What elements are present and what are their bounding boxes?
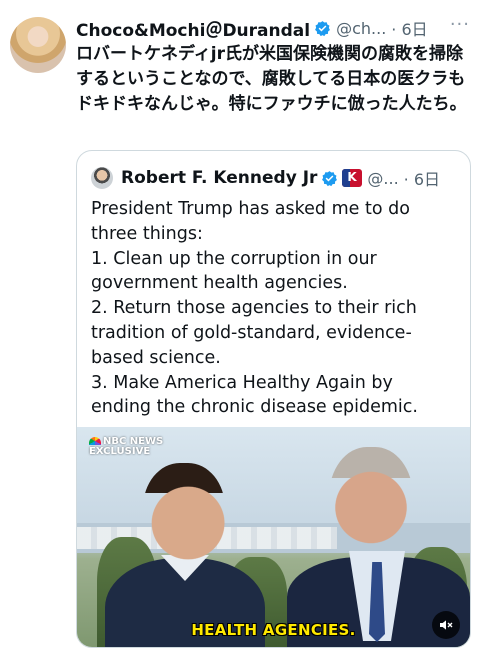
- quoted-display-name[interactable]: Robert F. Kennedy Jr: [121, 168, 317, 188]
- quoted-timestamp[interactable]: · 6日: [404, 166, 440, 190]
- quoted-user-avatar[interactable]: [91, 167, 113, 189]
- nbc-news-logo: NBC NEWS EXCLUSIVE: [89, 437, 163, 457]
- quoted-text-line: 3. Make America Healthy Again by: [91, 372, 393, 393]
- quoted-text-line: government health agencies.: [91, 273, 348, 294]
- verified-badge-icon: [322, 170, 338, 186]
- campaign-badge-icon: K: [342, 169, 363, 187]
- quoted-text-line: President Trump has asked me to do: [91, 199, 410, 219]
- quoted-text-line: tradition of gold-standard, evidence-: [91, 322, 412, 343]
- video-caption: HEALTH AGENCIES.: [191, 621, 356, 639]
- display-name[interactable]: Choco&Mochi＠Durandal: [76, 16, 310, 41]
- quoted-user-handle[interactable]: @...: [367, 169, 398, 188]
- user-handle[interactable]: @ch...: [336, 19, 386, 38]
- interviewer-figure: [105, 463, 265, 647]
- quoted-text-line: three things:: [91, 223, 203, 244]
- quoted-text-line: 1. Clean up the corruption in our: [91, 248, 377, 269]
- tweet-header: Choco&Mochi＠Durandal @ch... · 6日 ···: [76, 14, 470, 42]
- verified-badge-icon: [315, 20, 331, 36]
- embedded-video[interactable]: NBC NEWS EXCLUSIVE HEALTH AGENCIES.: [77, 427, 470, 647]
- timestamp[interactable]: · 6日: [391, 16, 427, 40]
- quoted-tweet-header: Robert F. Kennedy Jr K @... · 6日: [91, 163, 460, 193]
- more-options-icon[interactable]: ···: [450, 14, 470, 35]
- quoted-text-line: 2. Return those agencies to their rich: [91, 298, 417, 319]
- speaker-muted-icon[interactable]: [432, 611, 460, 639]
- speaker-muted-glyph: [440, 620, 453, 630]
- campaign-badge-label: K: [347, 170, 357, 184]
- tweet-text: ロバートケネディjr氏が米国保険機関の腐敗を掃除するということなので、腐敗してる…: [76, 44, 467, 114]
- brand-line-2: EXCLUSIVE: [89, 446, 151, 457]
- quoted-text-line: ending the chronic disease epidemic.: [91, 397, 418, 418]
- quoted-tweet-text: President Trump has asked me to do three…: [91, 197, 463, 420]
- nbc-peacock-icon: [89, 437, 101, 445]
- user-avatar[interactable]: [10, 17, 66, 73]
- quoted-text-line: based science.: [91, 347, 221, 368]
- quoted-tweet[interactable]: Robert F. Kennedy Jr K @... · 6日 Preside…: [76, 150, 471, 648]
